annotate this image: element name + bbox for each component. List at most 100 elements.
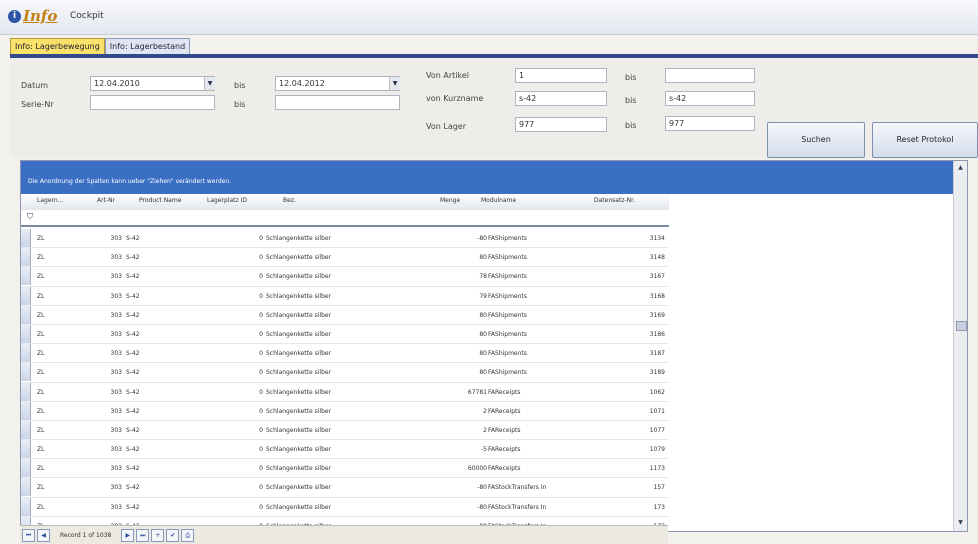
bis-artikel-field[interactable] — [665, 68, 755, 83]
cell-lagerplatz-id: 0 — [259, 330, 263, 338]
table-row[interactable]: ZL 303 S-42 0 Schlangenkette silber 60000 FARe… — [21, 459, 669, 479]
table-row[interactable]: ZL 303 S-42 0 Schlangenkette silber 2 FAReceip… — [21, 420, 669, 441]
table-row[interactable]: ZL 303 S-42 0 Schlangenkette silber 80 FAShipm… — [21, 324, 669, 345]
cell-bez: Schlangenkette silber — [266, 369, 332, 377]
cell-lagerplatz-id: 0 — [259, 426, 263, 434]
last-record-icon[interactable]: ⏭ — [136, 528, 150, 542]
row-selector[interactable] — [21, 248, 31, 267]
cell-datensatz-nr: 1173 — [649, 465, 665, 473]
table-row[interactable]: ZL 303 S-42 0 Schlangenkette silber 2 FAReceip… — [21, 401, 669, 421]
cell-menge: -5 — [481, 446, 487, 454]
column-header-bez[interactable]: Bez. — [283, 197, 296, 204]
cell-lagerplatz-id: 0 — [259, 503, 263, 511]
bis-lager-field[interactable]: 977 — [665, 116, 755, 131]
column-header-lagerort[interactable]: Lagern... — [37, 197, 63, 204]
datum-to-field[interactable]: 12.04.2012 — [275, 76, 400, 91]
next-record-icon[interactable]: ▶ — [121, 528, 135, 542]
logo-text: Info — [23, 7, 58, 25]
von-artikel-field[interactable]: 1 — [515, 68, 607, 83]
cell-modulname: FAReceipts — [488, 465, 521, 473]
search-button[interactable]: Suchen — [767, 122, 865, 158]
save-check-icon[interactable]: ✔ — [166, 528, 180, 542]
row-selector[interactable] — [21, 401, 31, 420]
cell-product-name: S-42 — [126, 388, 140, 396]
row-selector[interactable] — [21, 440, 31, 459]
column-header-product-name[interactable]: Product Name — [139, 197, 181, 204]
vertical-scrollbar[interactable]: ▲ ▼ — [953, 161, 967, 531]
table-row[interactable]: ZL 303 S-42 0Schlangenkette silber -80FAStoc… — [21, 497, 669, 517]
row-selector[interactable] — [21, 459, 31, 478]
filter-icon[interactable]: ⛉ — [27, 212, 33, 222]
cell-bez: Schlangenkette silber — [266, 484, 332, 492]
datum-from-dropdown-icon[interactable]: ▼ — [204, 77, 215, 90]
group-by-panel[interactable]: Die Anordnung der Spalten kann ueber "Zi… — [21, 161, 967, 194]
table-row[interactable]: ZL 303 S-42 0 Schlangenkette silber 80 FAShipm… — [21, 248, 669, 268]
cell-modulname: FAShipments — [488, 235, 527, 242]
column-header-art-nr[interactable]: Art-Nr — [97, 197, 115, 204]
table-row[interactable]: ZL 303 S-42 0 Schlangenkette silber 80 FAShipm… — [21, 363, 669, 383]
cell-lagerort: ZL — [37, 426, 45, 434]
row-selector[interactable] — [21, 497, 31, 516]
cell-product-name: S-42 — [126, 407, 140, 415]
row-selector[interactable] — [21, 420, 31, 439]
von-lager-field[interactable]: 977 — [515, 117, 607, 132]
table-row[interactable]: ZL 303 S-42 0Schlangenkette silber -80FAStoc… — [21, 478, 669, 498]
row-selector[interactable] — [21, 478, 31, 497]
row-selector[interactable] — [21, 363, 31, 382]
cell-art-nr: 303 — [110, 369, 122, 377]
row-selector[interactable] — [21, 324, 31, 343]
table-row[interactable]: ZL 303 S-42 0 Schlangenkette silber 67781 FARe… — [21, 382, 669, 402]
cell-product-name: S-42 — [126, 292, 140, 300]
cell-bez: Schlangenkette silber — [266, 292, 332, 300]
filter-row[interactable]: ⛉ — [21, 210, 669, 227]
table-row[interactable]: ZL 303 S-42 0 Schlangenkette silber 80 FAShipm… — [21, 305, 669, 325]
row-selector[interactable] — [21, 344, 31, 363]
cell-product-name: S-42 — [126, 311, 140, 319]
datum-from-field[interactable]: 12.04.2010 — [90, 76, 215, 91]
cell-menge: 78 — [479, 273, 487, 281]
row-selector[interactable] — [21, 382, 31, 401]
serie-to-field[interactable] — [275, 95, 400, 110]
table-row[interactable]: ZL 303 S-42 0 Schlangenkette silber 80 FAShipm… — [21, 344, 669, 364]
first-record-icon[interactable]: ⏮ — [22, 528, 35, 542]
cell-modulname: FAShipments — [488, 273, 527, 281]
cell-datensatz-nr: 3134 — [649, 235, 665, 242]
scrollbar-thumb[interactable] — [956, 321, 967, 331]
cell-product-name: S-42 — [126, 273, 140, 281]
cell-menge: 80 — [479, 330, 487, 338]
cell-bez: Schlangenkette silber — [266, 407, 332, 415]
print-icon[interactable]: ⎙ — [181, 528, 195, 542]
tab-lagerbestand[interactable]: Info: Lagerbestand — [104, 38, 191, 55]
serie-from-field[interactable] — [90, 95, 215, 110]
row-selector[interactable] — [21, 267, 31, 286]
scroll-down-icon[interactable]: ▼ — [956, 518, 965, 527]
cell-lagerplatz-id: 0 — [259, 254, 263, 262]
cell-datensatz-nr: 3189 — [649, 369, 665, 377]
column-header-modulname[interactable]: Modulname — [481, 197, 516, 204]
table-row[interactable]: ZL 303 S-42 0 Schlangenkette silber -5 FARecei… — [21, 440, 669, 460]
row-selector[interactable] — [21, 286, 31, 305]
cell-datensatz-nr: 1071 — [649, 407, 665, 415]
info-icon: i — [8, 9, 21, 23]
column-header-datensatz-nr[interactable]: Datensatz-Nr. — [594, 197, 635, 204]
cell-product-name: S-42 — [126, 235, 140, 242]
tab-lagerbewegung[interactable]: Info: Lagerbewegung — [10, 38, 105, 55]
row-selector[interactable] — [21, 305, 31, 324]
cell-lagerort: ZL — [37, 388, 45, 396]
datum-to-dropdown-icon[interactable]: ▼ — [389, 77, 400, 90]
cell-menge: 2 — [483, 426, 487, 434]
reset-protokol-button[interactable]: Reset Protokol — [872, 122, 978, 158]
column-header-menge[interactable]: Menge — [440, 197, 460, 204]
column-header-lagerplatz-id[interactable]: Lagerplatz ID — [207, 197, 247, 204]
cell-lagerplatz-id: 0 — [259, 388, 263, 396]
scroll-up-icon[interactable]: ▲ — [956, 163, 965, 172]
table-row[interactable]: ZL 303 S-42 0 Schlangenkette silber -80 FAShip… — [21, 229, 669, 249]
cell-menge: 2 — [483, 407, 487, 415]
row-selector[interactable] — [21, 229, 31, 247]
new-record-icon[interactable]: + — [151, 528, 165, 542]
table-row[interactable]: ZL 303 S-42 0 Schlangenkette silber 78 FAShipm… — [21, 267, 669, 287]
von-kurzname-field[interactable]: s-42 — [515, 91, 607, 106]
table-row[interactable]: ZL 303 S-42 0 Schlangenkette silber 79 FAShipm… — [21, 286, 669, 306]
previous-record-icon[interactable]: ◀ — [37, 528, 50, 542]
bis-kurzname-field[interactable]: s-42 — [665, 91, 755, 106]
